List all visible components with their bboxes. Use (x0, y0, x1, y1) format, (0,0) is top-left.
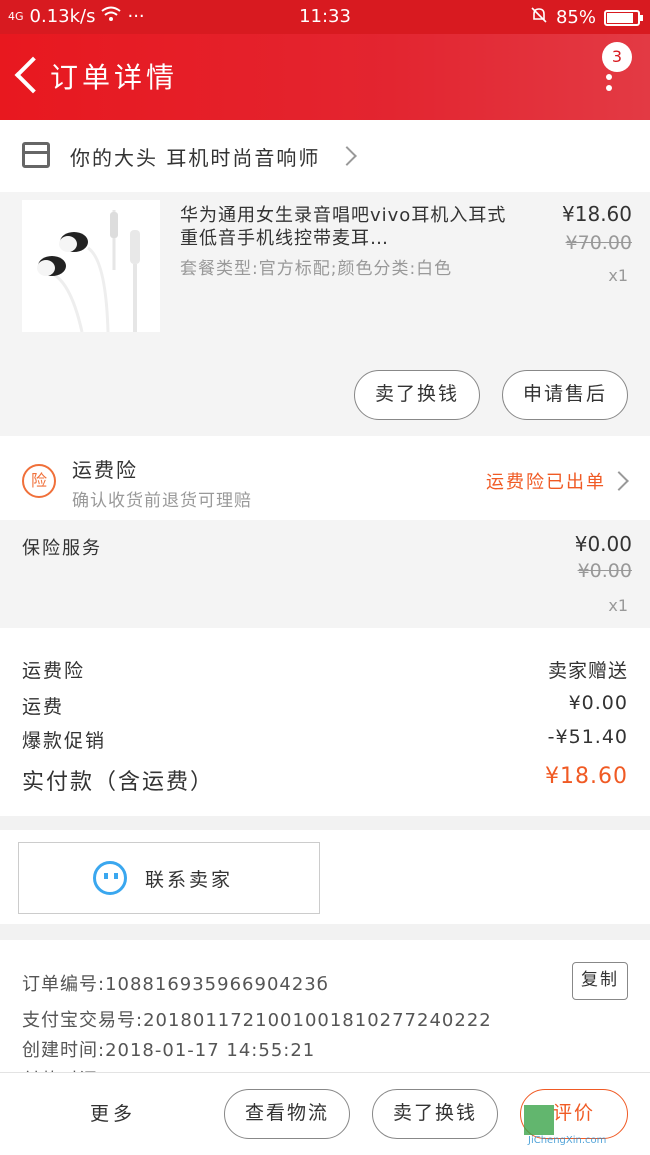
shop-name: 你的大头 耳机时尚音响师 (70, 146, 321, 170)
insurance-status: 运费险已出单 (486, 472, 606, 493)
payment-summary: 运费险 卖家赠送 运费 ¥0.00 爆款促销 -¥51.40 实付款（含运费） … (0, 628, 650, 816)
message-count-badge[interactable]: 3 (602, 42, 632, 72)
insurance-service-item: 保险服务 ¥0.00 ¥0.00 x1 (0, 520, 650, 628)
contact-seller-label: 联系卖家 (145, 869, 234, 891)
battery-fill (607, 12, 633, 23)
copy-button[interactable]: 复制 (572, 962, 628, 1000)
summary-row-shipping: 运费 ¥0.00 (22, 692, 628, 719)
product-spec: 套餐类型:官方标配;颜色分类:白色 (180, 259, 453, 279)
service-label: 保险服务 (22, 538, 102, 559)
summary-label: 爆款促销 (22, 730, 107, 752)
service-original-price: ¥0.00 (577, 560, 632, 582)
product-original-price: ¥70.00 (565, 232, 632, 254)
summary-label: 运费险 (22, 660, 86, 682)
status-right: 85% (530, 6, 643, 29)
service-quantity: x1 (608, 596, 628, 615)
product-image (22, 200, 160, 333)
store-icon (22, 142, 50, 168)
status-bar: 4G 0.13k/s ··· 11:33 85% (0, 0, 650, 34)
created-time: 创建时间:2018-01-17 14:55:21 (22, 1040, 316, 1061)
product-name: 华为通用女生录音唱吧vivo耳机入耳式重低音手机线控带麦耳… (180, 205, 507, 249)
watermark-logo: JiChengXin.com (524, 1105, 642, 1149)
more-menu-icon[interactable] (606, 74, 612, 96)
summary-value: 卖家赠送 (547, 660, 628, 682)
alipay-trade-number: 支付宝交易号:2018011721001001810277240222 (22, 1010, 492, 1031)
sell-for-cash-bottom-button[interactable]: 卖了换钱 (372, 1089, 498, 1139)
order-number: 订单编号:10881693596690423б (22, 974, 329, 995)
product-quantity: x1 (608, 266, 628, 285)
insurance-icon: 险 (22, 464, 56, 498)
contact-seller-button[interactable]: 联系卖家 (18, 842, 320, 914)
total-label: 实付款（含运费） (22, 770, 215, 795)
back-icon[interactable] (10, 54, 44, 98)
chevron-right-icon (337, 146, 357, 166)
bottom-action-bar: 更多 查看物流 卖了换钱 评价 JiChengXin.com (0, 1072, 650, 1155)
battery-icon (604, 9, 643, 26)
apply-aftersale-button[interactable]: 申请售后 (502, 370, 628, 420)
view-logistics-button[interactable]: 查看物流 (224, 1089, 350, 1139)
more-button[interactable]: 更多 (90, 1099, 136, 1126)
header: 订单详情 3 (0, 34, 650, 120)
watermark-text: JiChengXin.com (528, 1135, 607, 1146)
chat-bubble-icon (93, 861, 127, 895)
page-title: 订单详情 (50, 61, 179, 94)
summary-value: -¥51.40 (547, 726, 628, 748)
summary-row-insurance: 运费险 卖家赠送 (22, 656, 628, 683)
summary-label: 运费 (22, 696, 65, 718)
product-price: ¥18.60 (562, 202, 632, 226)
shop-row[interactable]: 你的大头 耳机时尚音响师 (0, 120, 650, 192)
shipping-insurance-row[interactable]: 险 运费险 确认收货前退货可理赔 运费险已出单 (0, 436, 650, 520)
sell-for-cash-button[interactable]: 卖了换钱 (354, 370, 480, 420)
total-value: ¥18.60 (545, 764, 628, 789)
contact-section: 联系卖家 (0, 830, 650, 924)
insurance-title: 运费险 (72, 458, 138, 482)
watermark-icon (524, 1105, 554, 1135)
service-price: ¥0.00 (574, 532, 632, 556)
summary-row-promotion: 爆款促销 -¥51.40 (22, 726, 628, 753)
mute-bell-icon (530, 6, 548, 29)
insurance-subtitle: 确认收货前退货可理赔 (72, 491, 252, 511)
battery-percent: 85% (555, 7, 596, 28)
chevron-right-icon (609, 471, 629, 491)
order-info: 订单编号:10881693596690423б 复制 支付宝交易号:201801… (0, 940, 650, 1080)
summary-value: ¥0.00 (568, 692, 628, 714)
order-item[interactable]: 华为通用女生录音唱吧vivo耳机入耳式重低音手机线控带麦耳… 套餐类型:官方标配… (0, 192, 650, 436)
summary-row-total: 实付款（含运费） ¥18.60 (22, 764, 628, 796)
